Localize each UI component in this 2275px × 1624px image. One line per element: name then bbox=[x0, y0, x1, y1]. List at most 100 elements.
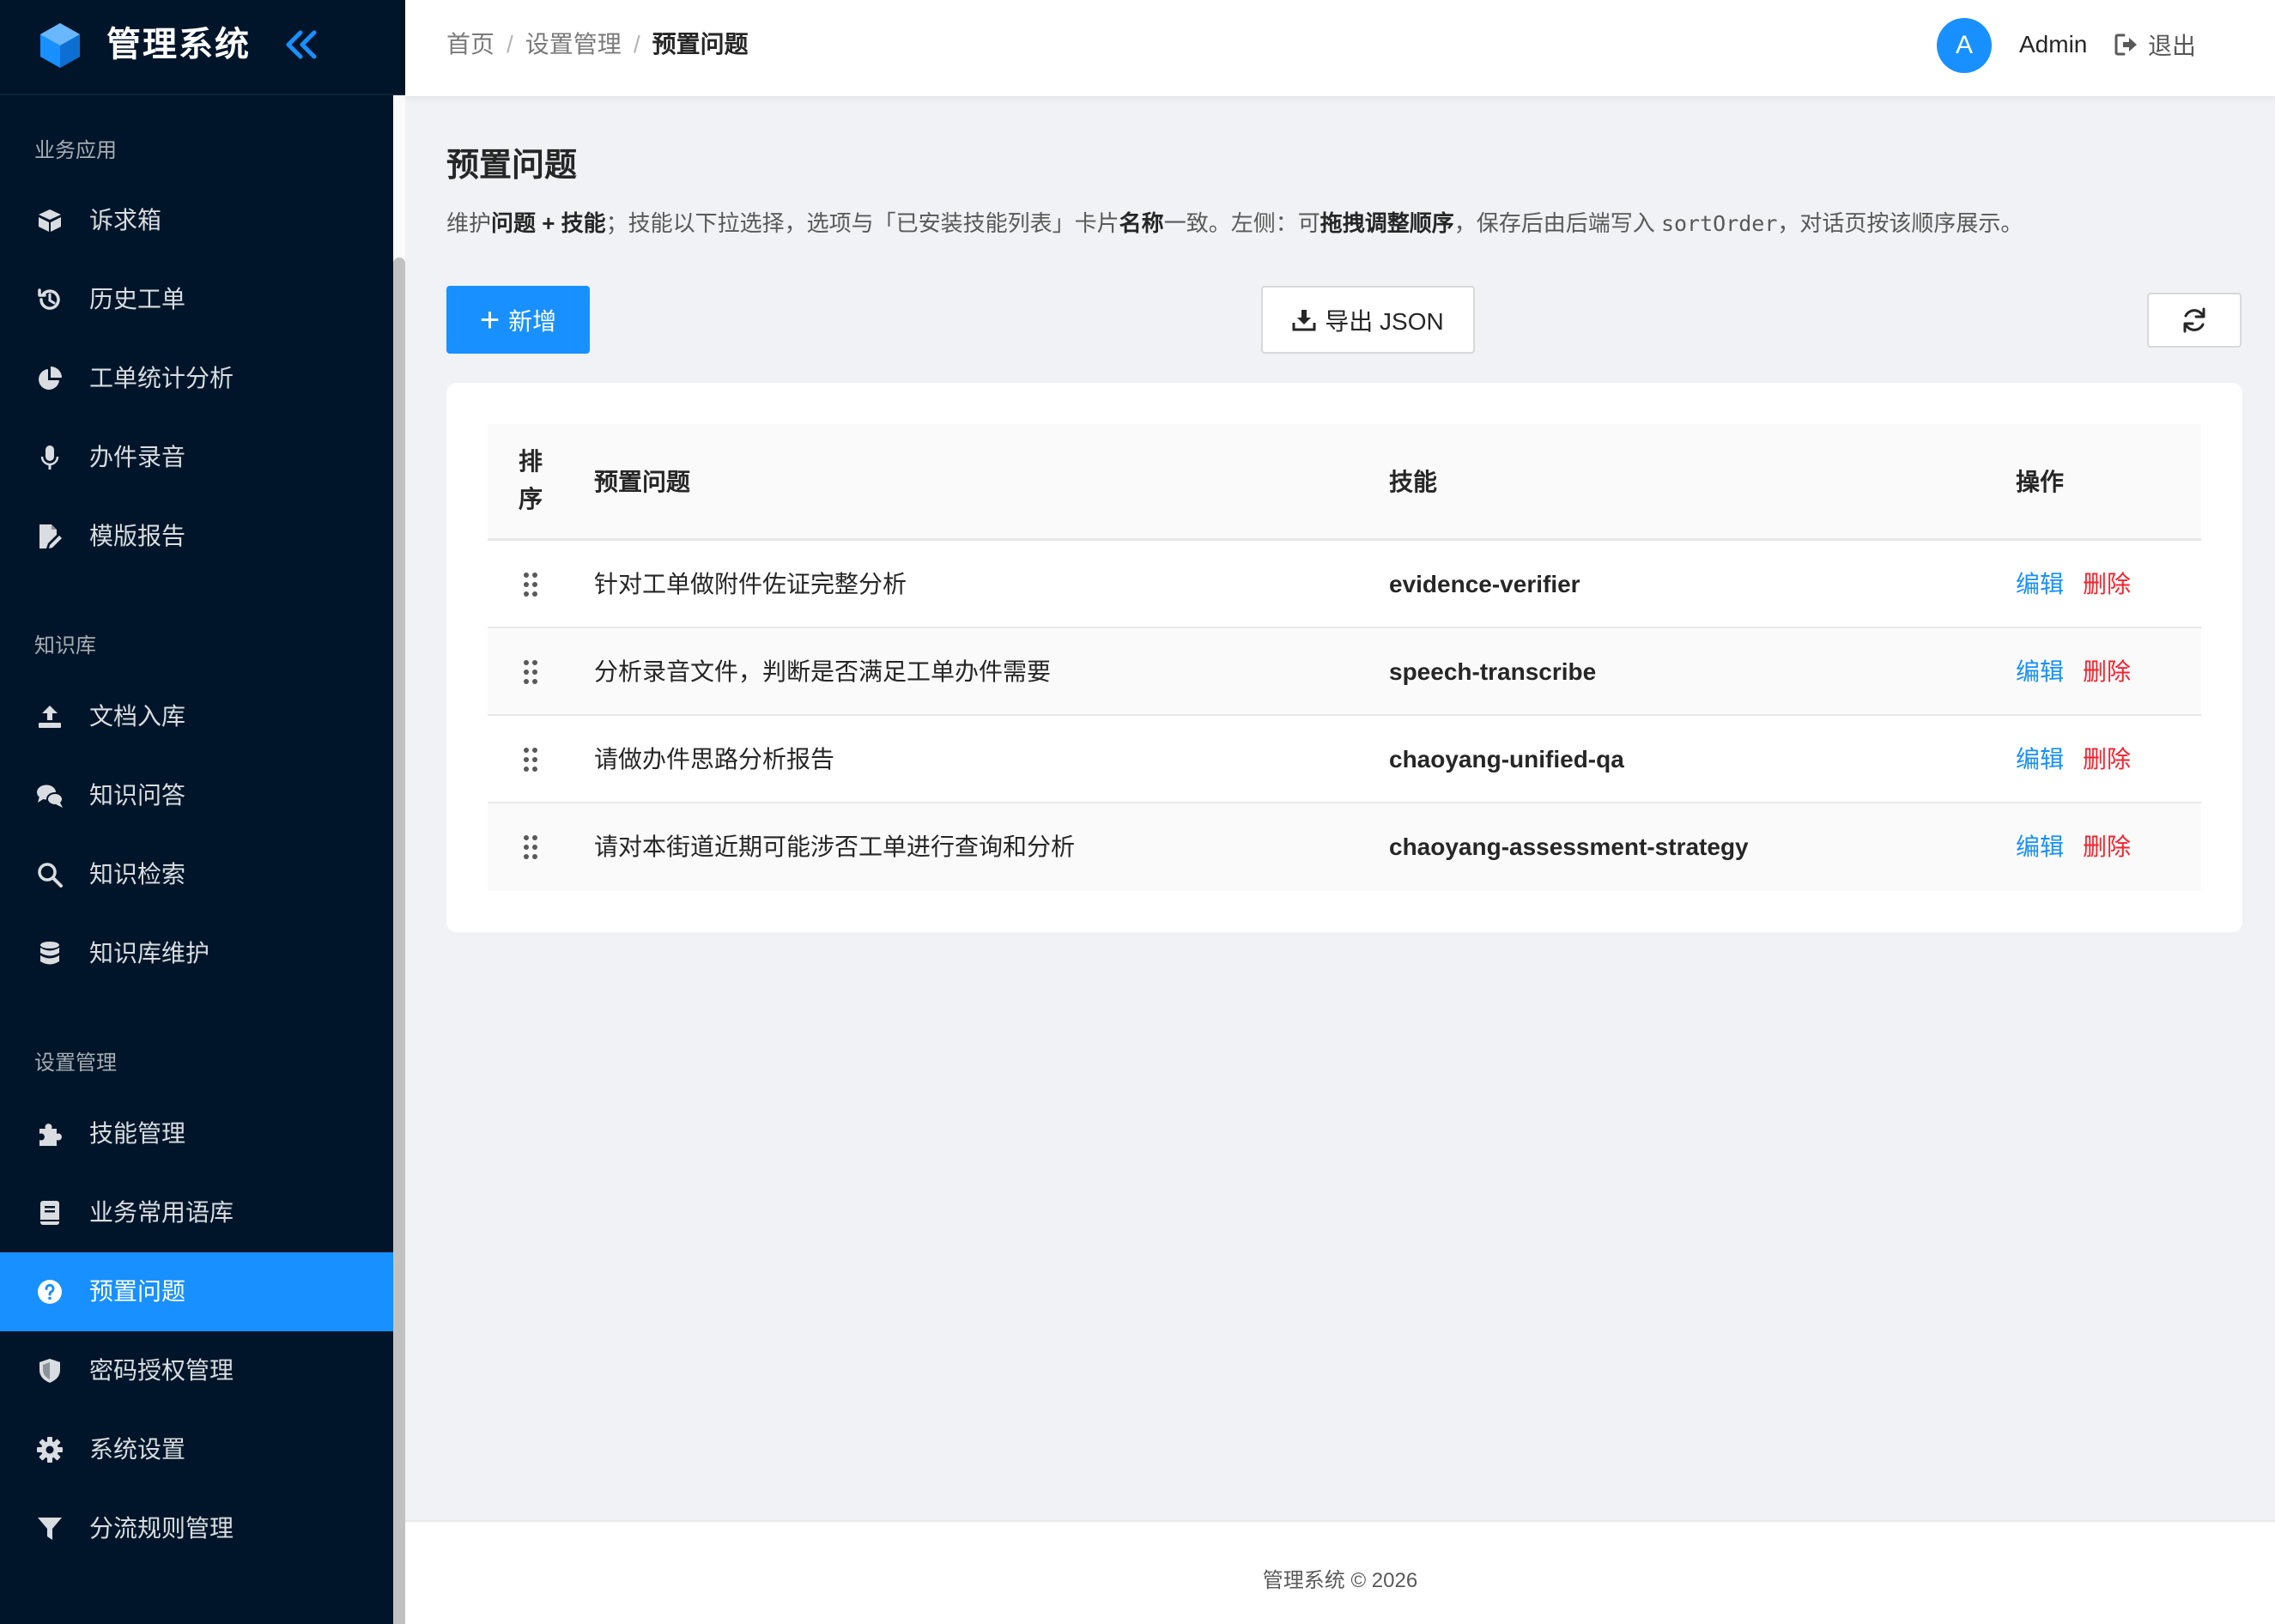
desc-bold: 名称 bbox=[1119, 210, 1164, 236]
sidebar-item-knowledge-maintenance[interactable]: 知识库维护 bbox=[0, 914, 393, 993]
edit-button[interactable]: 编辑 bbox=[2016, 628, 2064, 716]
logout-icon bbox=[2114, 33, 2137, 56]
delete-button[interactable]: 删除 bbox=[2083, 541, 2131, 628]
desc-text: 维护 bbox=[446, 210, 492, 236]
desc-code: sortOrder bbox=[1660, 211, 1778, 236]
sidebar-item-knowledge-qa[interactable]: 知识问答 bbox=[0, 756, 393, 835]
sidebar-item-label: 预置问题 bbox=[89, 1278, 186, 1305]
sidebar-item-label: 模版报告 bbox=[89, 523, 186, 549]
sidebar-item-label: 技能管理 bbox=[89, 1120, 186, 1147]
sidebar-item-label: 工单统计分析 bbox=[89, 365, 234, 391]
breadcrumb-settings[interactable]: 设置管理 bbox=[525, 31, 622, 58]
skill-cell: evidence-verifier bbox=[1389, 571, 1580, 597]
menu-group-knowledge: 知识库 bbox=[34, 634, 96, 657]
breadcrumb-home[interactable]: 首页 bbox=[446, 31, 494, 58]
skill-cell: chaoyang-unified-qa bbox=[1389, 746, 1624, 773]
question-cell: 针对工单做附件佐证完整分析 bbox=[594, 571, 907, 597]
username[interactable]: Admin bbox=[2019, 0, 2087, 89]
question-cell: 分析录音文件，判断是否满足工单办件需要 bbox=[594, 658, 1052, 685]
top-header: 首页 / 设置管理 / 预置问题 A Admin 退出 bbox=[405, 0, 2275, 96]
add-button[interactable]: + 新增 bbox=[446, 286, 590, 354]
drag-handle-icon[interactable] bbox=[522, 658, 539, 686]
sidebar-item-appeal-box[interactable]: 诉求箱 bbox=[0, 181, 393, 260]
desc-text: ，保存后由后端写入 bbox=[1453, 210, 1661, 236]
sidebar-item-label: 文档入库 bbox=[89, 703, 186, 730]
sidebar-item-password-authorization[interactable]: 密码授权管理 bbox=[0, 1331, 393, 1410]
drag-handle-icon[interactable] bbox=[522, 571, 539, 598]
skill-cell: chaoyang-assessment-strategy bbox=[1389, 833, 1749, 860]
plus-icon: + bbox=[479, 300, 500, 339]
download-icon bbox=[1292, 309, 1316, 330]
logo-bar: 管理系统 bbox=[0, 0, 405, 95]
sidebar: 管理系统 业务应用 诉求箱 历史工单 工单统计分析 办件录音 模版报告 知识库 … bbox=[0, 0, 405, 1624]
desc-text: ，对话页按该顺序展示。 bbox=[1777, 210, 2023, 236]
database-icon bbox=[40, 942, 59, 965]
table-header: 排序 预置问题 技能 操作 bbox=[488, 424, 2201, 541]
puzzle-icon bbox=[39, 1124, 62, 1146]
filter-icon bbox=[38, 1518, 62, 1540]
shield-icon bbox=[39, 1359, 60, 1383]
edit-button[interactable]: 编辑 bbox=[2016, 541, 2064, 628]
table-card: 排序 预置问题 技能 操作 针对工单做附件佐证完整分析 evidence-ver… bbox=[446, 383, 2242, 932]
desc-text: ；技能以下拉选择，选项与「已安装技能列表」卡片 bbox=[605, 210, 1119, 236]
history-icon bbox=[38, 288, 60, 310]
pie-chart-icon bbox=[39, 367, 62, 390]
microphone-icon bbox=[40, 445, 59, 470]
sidebar-scrollbar-thumb[interactable] bbox=[393, 258, 405, 1624]
collapse-sidebar-icon[interactable] bbox=[282, 24, 323, 65]
export-button-label: 导出 JSON bbox=[1325, 307, 1444, 335]
drag-handle-icon[interactable] bbox=[522, 746, 539, 773]
sidebar-item-history-orders[interactable]: 历史工单 bbox=[0, 260, 393, 339]
add-button-label: 新增 bbox=[508, 307, 557, 335]
preset-questions-table: 排序 预置问题 技能 操作 针对工单做附件佐证完整分析 evidence-ver… bbox=[488, 424, 2201, 891]
page-title: 预置问题 bbox=[446, 148, 578, 184]
table-row: 请做办件思路分析报告 chaoyang-unified-qa 编辑 删除 bbox=[488, 716, 2201, 803]
sidebar-item-label: 诉求箱 bbox=[89, 207, 162, 233]
question-cell: 请做办件思路分析报告 bbox=[594, 746, 835, 773]
edit-button[interactable]: 编辑 bbox=[2016, 803, 2064, 891]
sidebar-item-skill-management[interactable]: 技能管理 bbox=[0, 1094, 393, 1173]
drag-handle-icon[interactable] bbox=[522, 833, 539, 861]
sidebar-item-template-reports[interactable]: 模版报告 bbox=[0, 497, 393, 576]
gear-icon bbox=[37, 1437, 63, 1463]
table-row: 分析录音文件，判断是否满足工单办件需要 speech-transcribe 编辑… bbox=[488, 628, 2201, 716]
sidebar-item-system-settings[interactable]: 系统设置 bbox=[0, 1410, 393, 1489]
sidebar-item-label: 知识问答 bbox=[89, 782, 186, 809]
edit-button[interactable]: 编辑 bbox=[2016, 716, 2064, 803]
sidebar-item-order-statistics[interactable]: 工单统计分析 bbox=[0, 339, 393, 418]
column-header-skill: 技能 bbox=[1389, 469, 1438, 495]
table-row: 请对本街道近期可能涉否工单进行查询和分析 chaoyang-assessment… bbox=[488, 803, 2201, 891]
search-icon bbox=[38, 863, 63, 888]
app-title: 管理系统 bbox=[106, 26, 251, 64]
breadcrumb-current: 预置问题 bbox=[652, 31, 749, 58]
delete-button[interactable]: 删除 bbox=[2083, 628, 2131, 716]
sidebar-item-label: 历史工单 bbox=[89, 286, 186, 312]
sidebar-item-label: 分流规则管理 bbox=[89, 1515, 234, 1542]
breadcrumb-separator: / bbox=[633, 31, 640, 58]
delete-button[interactable]: 删除 bbox=[2083, 803, 2131, 891]
sidebar-item-recordings[interactable]: 办件录音 bbox=[0, 418, 393, 497]
skill-cell: speech-transcribe bbox=[1389, 658, 1597, 685]
export-json-button[interactable]: 导出 JSON bbox=[1261, 286, 1475, 354]
sidebar-item-preset-questions[interactable]: 预置问题 bbox=[0, 1252, 393, 1331]
sidebar-item-phrase-library[interactable]: 业务常用语库 bbox=[0, 1173, 393, 1252]
sidebar-item-label: 办件录音 bbox=[89, 444, 186, 470]
upload-icon bbox=[39, 706, 61, 728]
book-icon bbox=[40, 1201, 59, 1225]
refresh-button[interactable] bbox=[2147, 293, 2242, 348]
sidebar-item-routing-rules[interactable]: 分流规则管理 bbox=[0, 1489, 393, 1568]
column-header-question: 预置问题 bbox=[594, 469, 691, 495]
logout-button[interactable]: 退出 bbox=[2114, 0, 2196, 89]
avatar[interactable]: A bbox=[1937, 18, 1992, 73]
box-icon bbox=[39, 209, 61, 232]
sidebar-item-label: 知识库维护 bbox=[89, 940, 210, 967]
logo-icon bbox=[40, 23, 80, 68]
sidebar-item-document-import[interactable]: 文档入库 bbox=[0, 677, 393, 756]
delete-button[interactable]: 删除 bbox=[2083, 716, 2131, 803]
question-cell: 请对本街道近期可能涉否工单进行查询和分析 bbox=[594, 833, 1076, 860]
footer: 管理系统 © 2026 bbox=[405, 1520, 2275, 1624]
column-header-actions: 操作 bbox=[2016, 469, 2065, 495]
sidebar-item-label: 知识检索 bbox=[89, 861, 186, 888]
sidebar-item-knowledge-search[interactable]: 知识检索 bbox=[0, 835, 393, 914]
desc-bold: 拖拽调整顺序 bbox=[1320, 210, 1454, 236]
